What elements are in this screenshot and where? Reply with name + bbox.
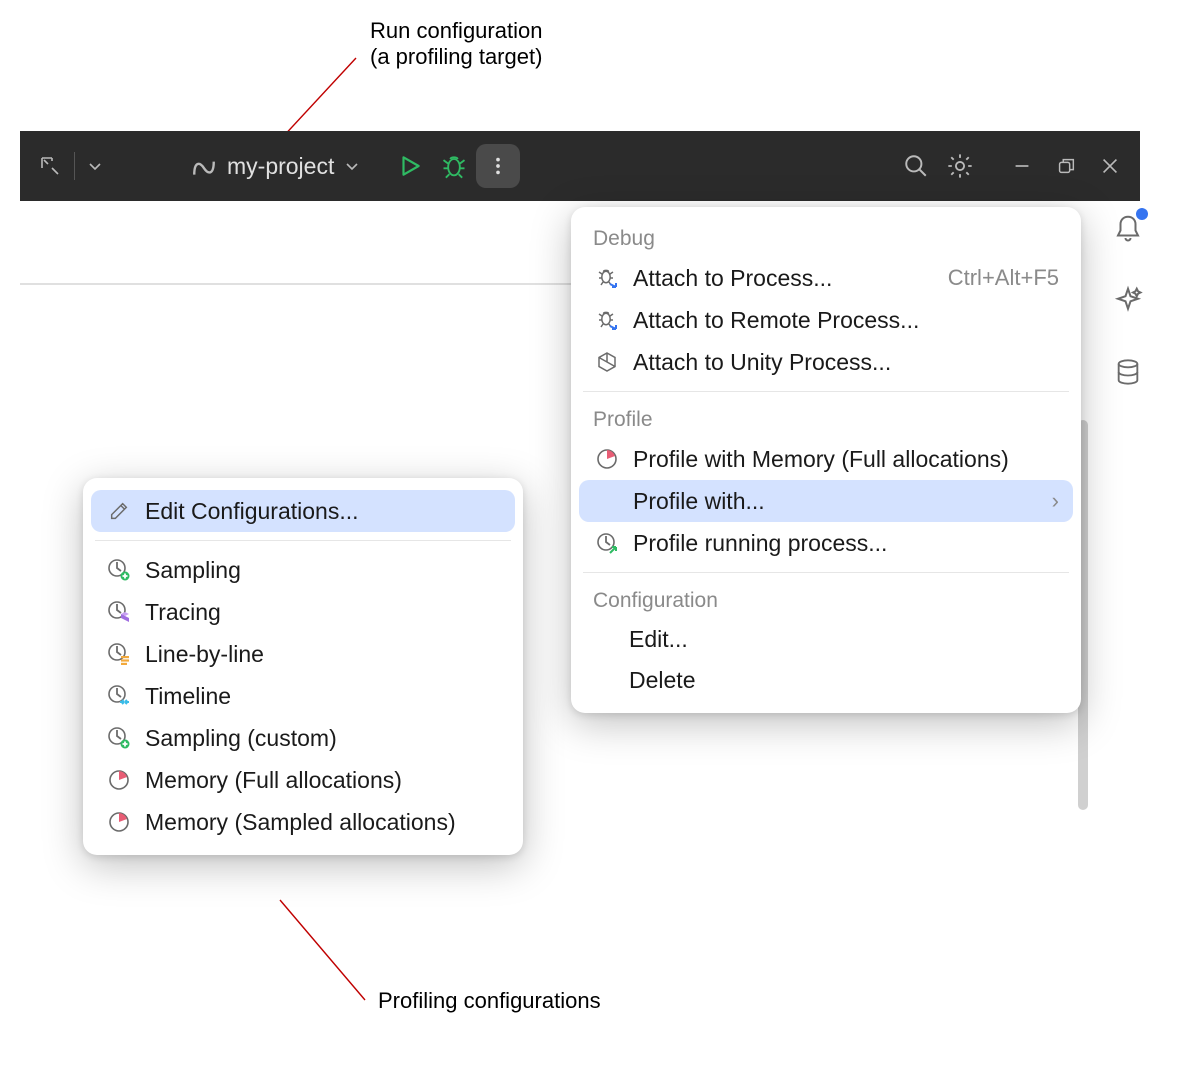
menu-profile-memory-full[interactable]: Profile with Memory (Full allocations) xyxy=(571,438,1081,480)
notification-dot xyxy=(1136,208,1148,220)
divider xyxy=(583,572,1069,573)
sampling-icon xyxy=(105,556,133,584)
annotation-run-config: Run configuration (a profiling target) xyxy=(370,18,542,70)
section-header-profile: Profile xyxy=(571,400,1081,438)
unity-icon xyxy=(593,348,621,376)
menu-label: Timeline xyxy=(145,683,501,710)
menu-label: Delete xyxy=(629,667,1059,694)
annotation-text: Run configuration xyxy=(370,18,542,44)
dotnet-icon xyxy=(191,153,217,179)
menu-profiling-line-by-line[interactable]: Line-by-line xyxy=(83,633,523,675)
menu-profile-with[interactable]: Profile with... › xyxy=(579,480,1073,522)
menu-profiling-tracing[interactable]: Tracing xyxy=(83,591,523,633)
chevron-down-icon xyxy=(344,158,360,174)
restore-button[interactable] xyxy=(1044,144,1088,188)
annotation-pointer-line xyxy=(280,900,380,1010)
separator xyxy=(74,152,75,180)
run-configuration-selector[interactable]: my-project xyxy=(177,147,374,186)
memory-icon xyxy=(105,766,133,794)
menu-label: Profile with... xyxy=(633,488,1040,515)
profile-with-submenu: Edit Configurations... Sampling Tracing xyxy=(83,478,523,855)
right-tool-rail xyxy=(1110,210,1146,390)
chevron-right-icon: › xyxy=(1052,488,1059,514)
memory-icon xyxy=(105,808,133,836)
menu-label: Edit Configurations... xyxy=(145,498,501,525)
divider xyxy=(95,540,511,541)
more-actions-popup: Debug Attach to Process... Ctrl+Alt+F5 A… xyxy=(571,207,1081,713)
profile-running-icon xyxy=(593,529,621,557)
menu-profiling-memory-sampled[interactable]: Memory (Sampled allocations) xyxy=(83,801,523,843)
menu-label: Attach to Remote Process... xyxy=(633,307,1059,334)
menu-attach-to-process[interactable]: Attach to Process... Ctrl+Alt+F5 xyxy=(571,257,1081,299)
blank-icon xyxy=(593,487,621,515)
divider xyxy=(583,391,1069,392)
menu-profile-running-process[interactable]: Profile running process... xyxy=(571,522,1081,564)
menu-label: Memory (Sampled allocations) xyxy=(145,809,501,836)
menu-shortcut: Ctrl+Alt+F5 xyxy=(948,265,1059,291)
menu-delete-configuration[interactable]: Delete xyxy=(571,660,1081,701)
sampling-icon xyxy=(105,724,133,752)
bug-attach-icon xyxy=(593,264,621,292)
bug-remote-icon xyxy=(593,306,621,334)
tracing-icon xyxy=(105,598,133,626)
menu-label: Edit... xyxy=(629,626,1059,653)
annotation-text: (a profiling target) xyxy=(370,44,542,70)
menu-label: Sampling xyxy=(145,557,501,584)
menu-label: Tracing xyxy=(145,599,501,626)
menu-edit-configuration[interactable]: Edit... xyxy=(571,619,1081,660)
menu-label: Line-by-line xyxy=(145,641,501,668)
line-by-line-icon xyxy=(105,640,133,668)
menu-label: Memory (Full allocations) xyxy=(145,767,501,794)
menu-profiling-sampling[interactable]: Sampling xyxy=(83,549,523,591)
menu-profiling-timeline[interactable]: Timeline xyxy=(83,675,523,717)
menu-label: Profile running process... xyxy=(633,530,1059,557)
build-icon[interactable] xyxy=(28,144,72,188)
memory-profile-icon xyxy=(593,445,621,473)
menu-profiling-memory-full[interactable]: Memory (Full allocations) xyxy=(83,759,523,801)
annotation-text: Profiling configurations xyxy=(378,988,601,1013)
menu-attach-to-remote-process[interactable]: Attach to Remote Process... xyxy=(571,299,1081,341)
menu-label: Profile with Memory (Full allocations) xyxy=(633,446,1059,473)
pencil-icon xyxy=(105,497,133,525)
main-toolbar: my-project xyxy=(20,131,1140,201)
close-button[interactable] xyxy=(1088,144,1132,188)
search-icon[interactable] xyxy=(894,144,938,188)
section-header-configuration: Configuration xyxy=(571,581,1081,619)
debug-button[interactable] xyxy=(432,144,476,188)
timeline-icon xyxy=(105,682,133,710)
divider xyxy=(20,283,580,285)
menu-edit-configurations[interactable]: Edit Configurations... xyxy=(91,490,515,532)
menu-attach-to-unity-process[interactable]: Attach to Unity Process... xyxy=(571,341,1081,383)
run-config-name: my-project xyxy=(227,153,334,180)
ai-assistant-icon[interactable] xyxy=(1110,282,1146,318)
database-icon[interactable] xyxy=(1110,354,1146,390)
menu-label: Attach to Unity Process... xyxy=(633,349,1059,376)
more-actions-button[interactable] xyxy=(476,144,520,188)
chevron-down-icon[interactable] xyxy=(77,144,113,188)
menu-profiling-sampling-custom[interactable]: Sampling (custom) xyxy=(83,717,523,759)
minimize-button[interactable] xyxy=(1000,144,1044,188)
menu-label: Attach to Process... xyxy=(633,265,936,292)
annotation-profiling-configs: Profiling configurations xyxy=(378,988,601,1014)
run-button[interactable] xyxy=(388,144,432,188)
notifications-icon[interactable] xyxy=(1110,210,1146,246)
menu-label: Sampling (custom) xyxy=(145,725,501,752)
section-header-debug: Debug xyxy=(571,219,1081,257)
settings-icon[interactable] xyxy=(938,144,982,188)
